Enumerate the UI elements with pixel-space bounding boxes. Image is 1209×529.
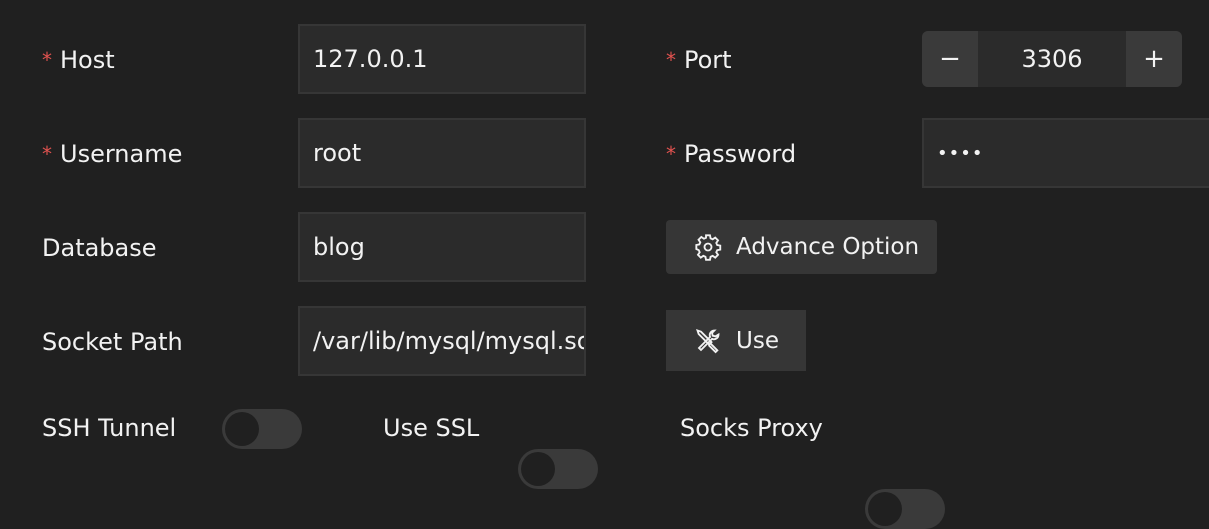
socket-path-value: /var/lib/mysql/mysql.sock [313, 327, 584, 355]
gear-icon [695, 234, 722, 261]
required-marker: * [42, 48, 52, 72]
socks-proxy-label: Socks Proxy [680, 414, 823, 442]
advance-option-button[interactable]: Advance Option [666, 220, 937, 274]
ssh-tunnel-toggle[interactable] [222, 409, 302, 449]
required-marker: * [666, 48, 676, 72]
socket-path-input[interactable]: /var/lib/mysql/mysql.sock [298, 306, 586, 376]
toggle-knob [225, 412, 259, 446]
host-value: 127.0.0.1 [313, 45, 428, 73]
port-label-text: Port [684, 46, 732, 74]
password-label-text: Password [684, 140, 797, 168]
use-ssl-toggle[interactable] [518, 449, 598, 489]
tools-icon [696, 328, 720, 353]
required-marker: * [42, 142, 52, 166]
port-input[interactable]: 3306 [978, 31, 1126, 87]
database-value: blog [313, 233, 365, 261]
username-label: * Username [42, 134, 182, 174]
host-input[interactable]: 127.0.0.1 [298, 24, 586, 94]
database-label: Database [42, 234, 157, 262]
password-input[interactable]: •••• [922, 118, 1209, 188]
use-label: Use [736, 327, 779, 354]
username-label-text: Username [60, 140, 183, 168]
advance-option-label: Advance Option [736, 234, 920, 260]
socks-proxy-toggle[interactable] [865, 489, 945, 529]
username-input[interactable]: root [298, 118, 586, 188]
use-button[interactable]: Use [666, 310, 806, 371]
port-decrement-button[interactable]: − [922, 31, 978, 87]
port-increment-button[interactable]: + [1126, 31, 1182, 87]
toggle-knob [868, 492, 902, 526]
socket-path-label: Socket Path [42, 328, 183, 356]
database-input[interactable]: blog [298, 212, 586, 282]
ssh-tunnel-label: SSH Tunnel [42, 414, 177, 442]
toggle-knob [521, 452, 555, 486]
host-label: * Host [42, 40, 115, 80]
use-ssl-label: Use SSL [383, 414, 480, 442]
port-stepper: − 3306 + [922, 31, 1182, 87]
password-value: •••• [937, 142, 984, 164]
required-marker: * [666, 142, 676, 166]
port-label: * Port [666, 40, 732, 80]
host-label-text: Host [60, 46, 115, 74]
password-label: * Password [666, 134, 796, 174]
username-value: root [313, 139, 362, 167]
